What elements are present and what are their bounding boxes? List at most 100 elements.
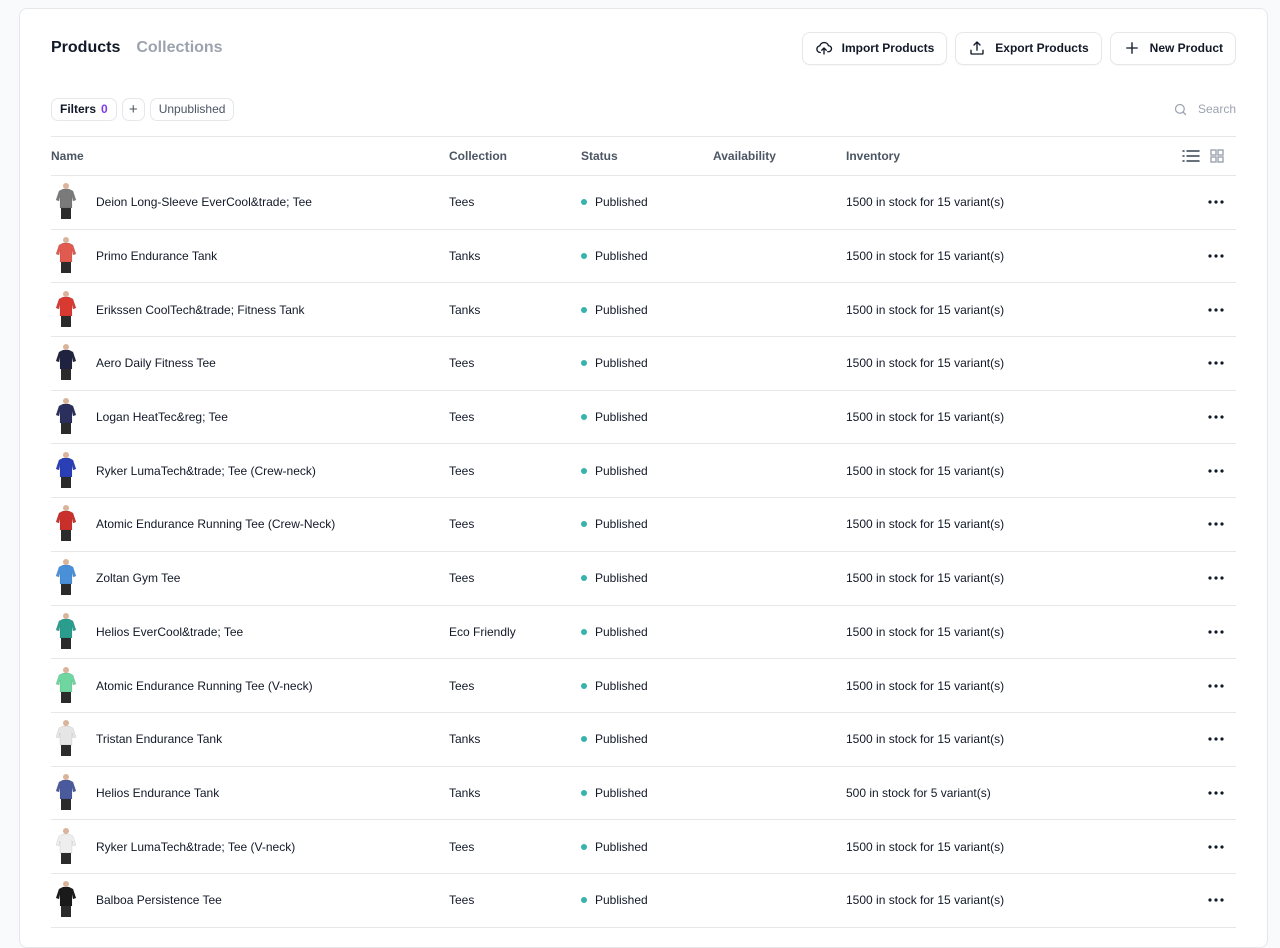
product-name[interactable]: Primo Endurance Tank [96,249,217,263]
table-row[interactable]: Aero Daily Fitness Tee Tees Published 1500 … [51,337,1236,391]
product-name[interactable]: Zoltan Gym Tee [96,571,180,585]
more-options-button[interactable] [1206,461,1226,481]
product-thumbnail[interactable] [51,451,81,491]
table-row[interactable]: Balboa Persistence Tee Tees Published 1500 … [51,874,1236,928]
product-name[interactable]: Ryker LumaTech&trade; Tee (V-neck) [96,840,295,854]
cell-actions [1146,676,1236,696]
product-name[interactable]: Aero Daily Fitness Tee [96,356,216,370]
header-status[interactable]: Status [581,149,713,163]
more-options-button[interactable] [1206,890,1226,910]
cell-name: Ryker LumaTech&trade; Tee (Crew-neck) [51,451,449,491]
more-options-button[interactable] [1206,246,1226,266]
more-options-button[interactable] [1206,353,1226,373]
product-name[interactable]: Atomic Endurance Running Tee (V-neck) [96,679,313,693]
cell-inventory: 1500 in stock for 15 variant(s) [846,893,1005,908]
export-products-label: Export Products [995,41,1089,55]
table-row[interactable]: Helios Endurance Tank Tanks Published 500 i… [51,767,1236,821]
status-dot-icon [581,467,587,474]
product-name[interactable]: Deion Long-Sleeve EverCool&trade; Tee [96,195,312,209]
product-name[interactable]: Helios Endurance Tank [96,786,219,800]
more-options-button[interactable] [1206,622,1226,642]
status-badge: Published [595,249,648,264]
table-row[interactable]: Logan HeatTec&reg; Tee Tees Published 1500 … [51,391,1236,445]
product-name[interactable]: Logan HeatTec&reg; Tee [96,410,228,424]
header-inventory[interactable]: Inventory [846,149,1146,163]
table-row[interactable]: Ryker LumaTech&trade; Tee (V-neck) Tees Pu… [51,820,1236,874]
product-thumbnail[interactable] [51,827,81,867]
product-thumbnail[interactable] [51,397,81,437]
export-products-button[interactable]: Export Products [955,31,1102,65]
cell-name: Erikssen CoolTech&trade; Fitness Tank [51,290,449,330]
product-thumbnail[interactable] [51,236,81,276]
cell-actions [1146,300,1236,320]
table-row[interactable]: Erikssen CoolTech&trade; Fitness Tank Tan… [51,283,1236,338]
more-options-button[interactable] [1206,514,1226,534]
unpublished-filter-chip[interactable]: Unpublished [149,97,235,121]
table-row[interactable]: Tristan Endurance Tank Tanks Published 1500… [51,713,1236,767]
status-dot-icon [581,575,587,582]
cell-inventory: 1500 in stock for 15 variant(s) [846,839,1005,854]
tshirt-icon [55,290,77,327]
ellipsis-icon [1208,200,1224,204]
add-filter-button[interactable]: + [121,97,145,121]
product-name[interactable]: Ryker LumaTech&trade; Tee (Crew-neck) [96,464,316,478]
table-body: Deion Long-Sleeve EverCool&trade; Tee Tee… [51,176,1236,928]
table-row[interactable]: Ryker LumaTech&trade; Tee (Crew-neck) Tee… [51,444,1236,499]
product-name[interactable]: Erikssen CoolTech&trade; Fitness Tank [96,303,305,317]
new-product-button[interactable]: New Product [1109,31,1236,65]
new-product-label: New Product [1149,41,1223,55]
tshirt-icon [55,451,77,488]
more-options-button[interactable] [1206,676,1226,696]
product-thumbnail[interactable] [51,612,81,652]
table-row[interactable]: Atomic Endurance Running Tee (V-neck) Tee… [51,659,1236,713]
product-thumbnail[interactable] [51,773,81,813]
unpublished-label: Unpublished [158,102,226,116]
product-name[interactable]: Balboa Persistence Tee [96,893,222,907]
product-thumbnail[interactable] [51,504,81,544]
more-options-button[interactable] [1206,837,1226,857]
filters-button[interactable]: Filters 0 [51,97,117,121]
product-thumbnail[interactable] [51,666,81,706]
cell-collection: Tanks [449,302,481,317]
header-name[interactable]: Name [51,149,449,163]
status-badge: Published [595,195,648,210]
product-thumbnail[interactable] [51,558,81,598]
cell-status: Published [581,464,713,478]
product-name[interactable]: Helios EverCool&trade; Tee [96,625,243,639]
import-products-button[interactable]: Import Products [801,31,948,65]
product-thumbnail[interactable] [51,182,81,222]
product-name[interactable]: Atomic Endurance Running Tee (Crew-Neck) [96,517,335,531]
cell-name: Zoltan Gym Tee [51,558,449,598]
header-availability[interactable]: Availability [713,149,846,163]
product-name[interactable]: Tristan Endurance Tank [96,732,222,746]
status-badge: Published [595,517,648,532]
tabs: Products Collections [51,39,223,57]
cell-name: Tristan Endurance Tank [51,719,449,759]
tab-products[interactable]: Products [51,39,120,57]
cell-name: Aero Daily Fitness Tee [51,343,449,383]
more-options-button[interactable] [1206,407,1226,427]
table-row[interactable]: Deion Long-Sleeve EverCool&trade; Tee Tee… [51,176,1236,230]
cell-status: Published [581,410,713,424]
cell-status: Published [581,249,713,263]
table-row[interactable]: Atomic Endurance Running Tee (Crew-Neck)… [51,498,1236,552]
more-options-button[interactable] [1206,192,1226,212]
product-thumbnail[interactable] [51,290,81,330]
table-row[interactable]: Primo Endurance Tank Tanks Published 1500 i… [51,230,1236,284]
header-collection[interactable]: Collection [449,149,581,163]
product-thumbnail[interactable] [51,719,81,759]
grid-view-icon[interactable] [1208,147,1226,165]
table-row[interactable]: Zoltan Gym Tee Tees Published 1500 in stock… [51,552,1236,606]
product-thumbnail[interactable] [51,880,81,920]
ellipsis-icon [1208,522,1224,527]
table-row[interactable]: Helios EverCool&trade; Tee Eco Friendly Pu… [51,606,1236,660]
more-options-button[interactable] [1206,300,1226,320]
list-view-icon[interactable] [1182,147,1200,165]
more-options-button[interactable] [1206,783,1226,803]
status-badge: Published [595,571,648,586]
tab-collections[interactable]: Collections [136,39,222,57]
more-options-button[interactable] [1206,729,1226,749]
search-input[interactable]: Search [1173,102,1236,117]
more-options-button[interactable] [1206,568,1226,588]
product-thumbnail[interactable] [51,343,81,383]
